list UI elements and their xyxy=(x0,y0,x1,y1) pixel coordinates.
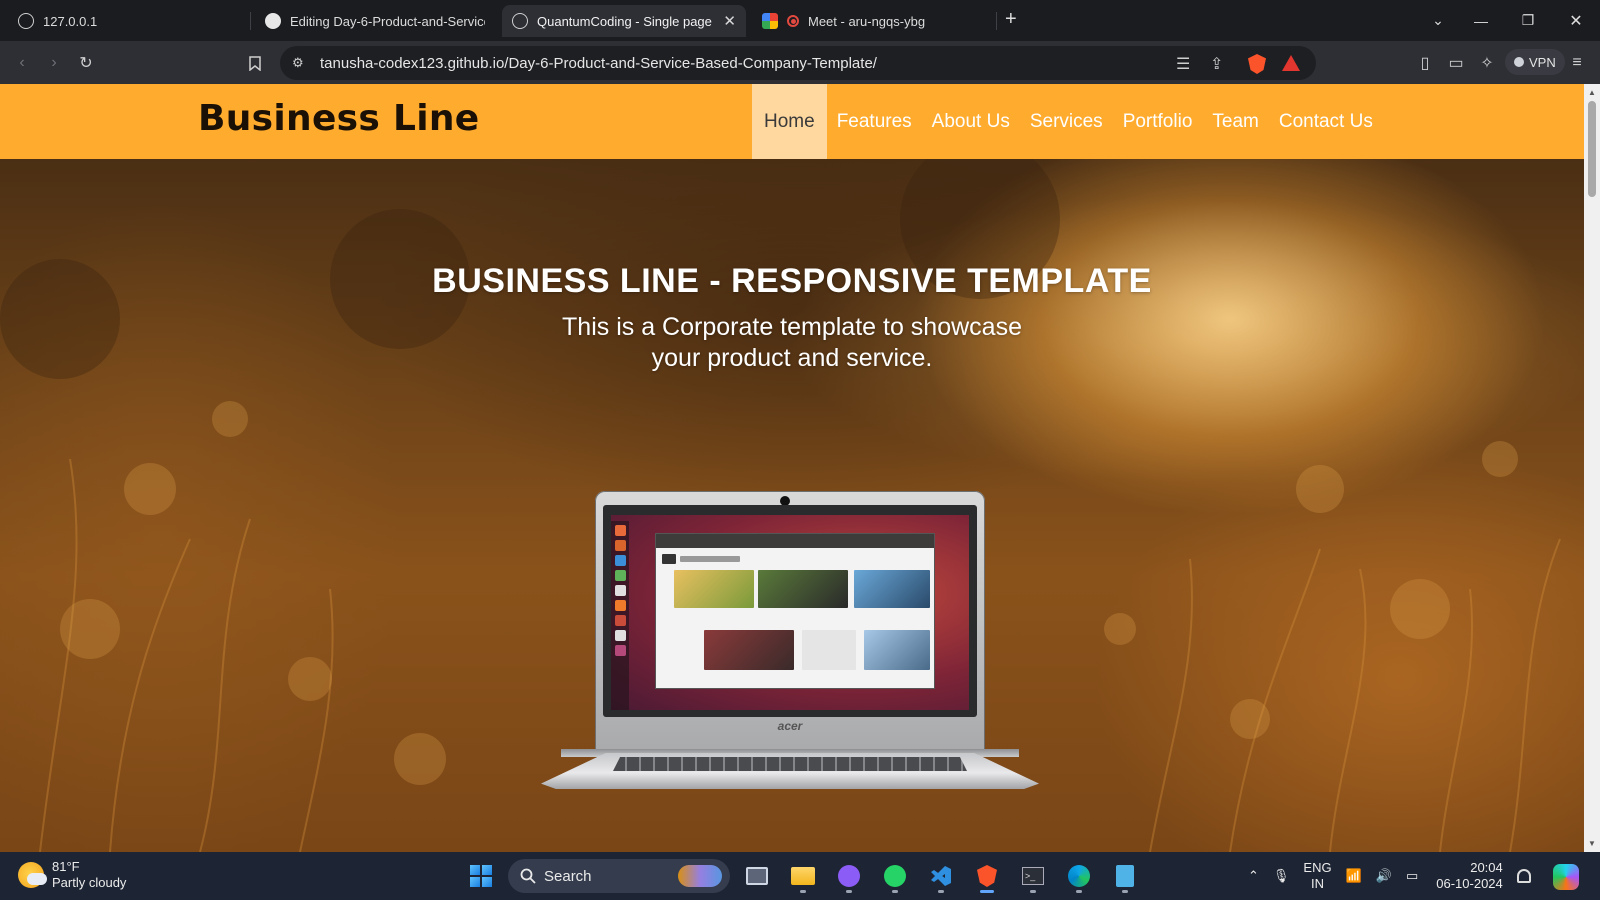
site-nav: Home Features About Us Services Portfoli… xyxy=(752,84,1383,159)
start-button[interactable] xyxy=(462,858,500,894)
clock[interactable]: 20:04 06-10-2024 xyxy=(1436,860,1503,892)
tab-localhost[interactable]: 127.0.0.1 xyxy=(8,5,248,37)
system-tray: ⌃ 🎙 ENG IN 📶 🔊 ▭ 20:04 06-10-2024 xyxy=(1248,852,1531,900)
vpn-status-icon xyxy=(1514,57,1524,67)
close-tab-icon[interactable]: ✕ xyxy=(723,12,736,30)
globe-icon xyxy=(18,13,34,29)
browser-toolbar: ‹ › ↻ ⚙ tanusha-codex123.github.io/Day-6… xyxy=(0,41,1600,84)
tab-search-chevron-icon[interactable]: ⌄ xyxy=(1420,0,1456,41)
hero-subtitle: This is a Corporate template to showcase… xyxy=(562,313,1022,372)
nav-team[interactable]: Team xyxy=(1202,84,1268,159)
laptop-screen xyxy=(611,515,969,710)
volume-icon[interactable]: 🔊 xyxy=(1376,868,1392,884)
region-code: IN xyxy=(1311,876,1324,891)
brave-browser-icon[interactable] xyxy=(968,858,1006,894)
terminal-icon[interactable]: >_ xyxy=(1014,858,1052,894)
windows-taskbar: 81°F Partly cloudy Search >_ ⌃ 🎙 ENG IN … xyxy=(0,852,1600,900)
hero-title: BUSINESS LINE - RESPONSIVE TEMPLATE xyxy=(432,262,1152,300)
weather-widget[interactable]: 81°F Partly cloudy xyxy=(18,859,126,891)
clock-time: 20:04 xyxy=(1470,860,1503,875)
nav-services[interactable]: Services xyxy=(1020,84,1113,159)
input-language[interactable]: ENG IN xyxy=(1303,860,1331,892)
close-window-button[interactable]: ✕ xyxy=(1558,0,1594,41)
taskbar-search[interactable]: Search xyxy=(508,859,730,893)
google-meet-icon xyxy=(762,13,778,29)
site-navbar: Business Line Home Features About Us Ser… xyxy=(0,84,1584,159)
hero-section: BUSINESS LINE - RESPONSIVE TEMPLATE This… xyxy=(0,159,1584,852)
tab-quantumcoding[interactable]: QuantumCoding - Single page ✕ xyxy=(502,5,746,37)
tab-title: Meet - aru-ngqs-ybg xyxy=(808,13,926,29)
restore-button[interactable]: ❐ xyxy=(1510,0,1546,41)
scroll-up-arrow-icon[interactable]: ▲ xyxy=(1588,88,1596,97)
github-desktop-icon[interactable] xyxy=(830,858,868,894)
weather-temp: 81°F xyxy=(52,859,80,874)
tab-github-editing[interactable]: Editing Day-6-Product-and-Service xyxy=(255,5,495,37)
tab-title: QuantumCoding - Single page xyxy=(537,13,712,29)
whatsapp-icon[interactable] xyxy=(876,858,914,894)
address-url: tanusha-codex123.github.io/Day-6-Product… xyxy=(320,54,877,72)
scroll-down-arrow-icon[interactable]: ▼ xyxy=(1588,839,1596,848)
brave-shields-icon[interactable] xyxy=(1248,54,1266,74)
leo-ai-icon[interactable]: ✧ xyxy=(1475,51,1499,75)
menu-icon[interactable]: ≡ xyxy=(1565,51,1589,75)
nav-features[interactable]: Features xyxy=(827,84,922,159)
globe-icon xyxy=(512,13,528,29)
scrollbar-thumb[interactable] xyxy=(1588,101,1596,197)
new-tab-button[interactable]: + xyxy=(1005,8,1017,31)
browser-tab-strip: 127.0.0.1 Editing Day-6-Product-and-Serv… xyxy=(0,0,1600,41)
recording-icon xyxy=(787,15,799,27)
minimize-button[interactable]: — xyxy=(1463,0,1499,41)
site-settings-icon[interactable]: ⚙ xyxy=(292,55,304,71)
wallet-icon[interactable]: ▭ xyxy=(1444,51,1468,75)
battery-icon[interactable]: ▭ xyxy=(1406,868,1418,884)
sidebar-icon[interactable]: ▯ xyxy=(1413,51,1437,75)
forward-button[interactable]: › xyxy=(42,51,66,75)
taskbar-apps: Search >_ xyxy=(462,858,1144,894)
site-brand[interactable]: Business Line xyxy=(198,98,480,139)
partly-cloudy-icon xyxy=(18,862,47,888)
share-icon[interactable]: ⇪ xyxy=(1210,54,1223,74)
brave-rewards-icon[interactable] xyxy=(1282,55,1300,71)
vpn-button[interactable]: VPN xyxy=(1505,49,1565,75)
nav-portfolio[interactable]: Portfolio xyxy=(1113,84,1203,159)
tab-title: Editing Day-6-Product-and-Service xyxy=(290,13,485,29)
reload-button[interactable]: ↻ xyxy=(74,51,98,75)
language-code: ENG xyxy=(1303,860,1332,875)
notifications-bell-icon[interactable] xyxy=(1516,869,1531,883)
weather-desc: Partly cloudy xyxy=(52,875,127,890)
laptop-brand-label: acer xyxy=(777,719,803,733)
address-bar[interactable]: ⚙ tanusha-codex123.github.io/Day-6-Produ… xyxy=(280,46,1316,80)
back-button[interactable]: ‹ xyxy=(10,51,34,75)
search-label: Search xyxy=(544,867,592,885)
file-explorer-icon[interactable] xyxy=(784,858,822,894)
search-icon xyxy=(520,868,536,884)
wifi-icon[interactable]: 📶 xyxy=(1346,868,1362,884)
laptop-image: acer xyxy=(541,491,1039,791)
show-hidden-icons-chevron-icon[interactable]: ⌃ xyxy=(1248,868,1259,884)
vpn-label: VPN xyxy=(1529,54,1556,70)
windows-logo-icon xyxy=(470,865,492,887)
github-icon xyxy=(265,13,281,29)
tab-title: 127.0.0.1 xyxy=(43,13,98,29)
vscode-icon[interactable] xyxy=(922,858,960,894)
search-highlight-icon xyxy=(678,865,722,887)
tab-google-meet[interactable]: Meet - aru-ngqs-ybg xyxy=(752,5,992,37)
nav-contact-us[interactable]: Contact Us xyxy=(1269,84,1383,159)
task-view-icon[interactable] xyxy=(738,858,776,894)
microphone-icon[interactable]: 🎙 xyxy=(1273,868,1290,884)
page-scrollbar[interactable]: ▲ ▼ xyxy=(1584,84,1600,852)
page-viewport: Business Line Home Features About Us Ser… xyxy=(0,84,1584,852)
reader-mode-icon[interactable]: ☰ xyxy=(1176,54,1190,74)
laptop-keyboard xyxy=(613,757,967,771)
edge-icon[interactable] xyxy=(1060,858,1098,894)
copilot-icon[interactable] xyxy=(1553,864,1579,890)
notepad-icon[interactable] xyxy=(1106,858,1144,894)
clock-date: 06-10-2024 xyxy=(1436,876,1503,891)
bookmark-icon[interactable] xyxy=(243,51,267,75)
nav-about-us[interactable]: About Us xyxy=(922,84,1020,159)
nav-home[interactable]: Home xyxy=(752,84,827,159)
